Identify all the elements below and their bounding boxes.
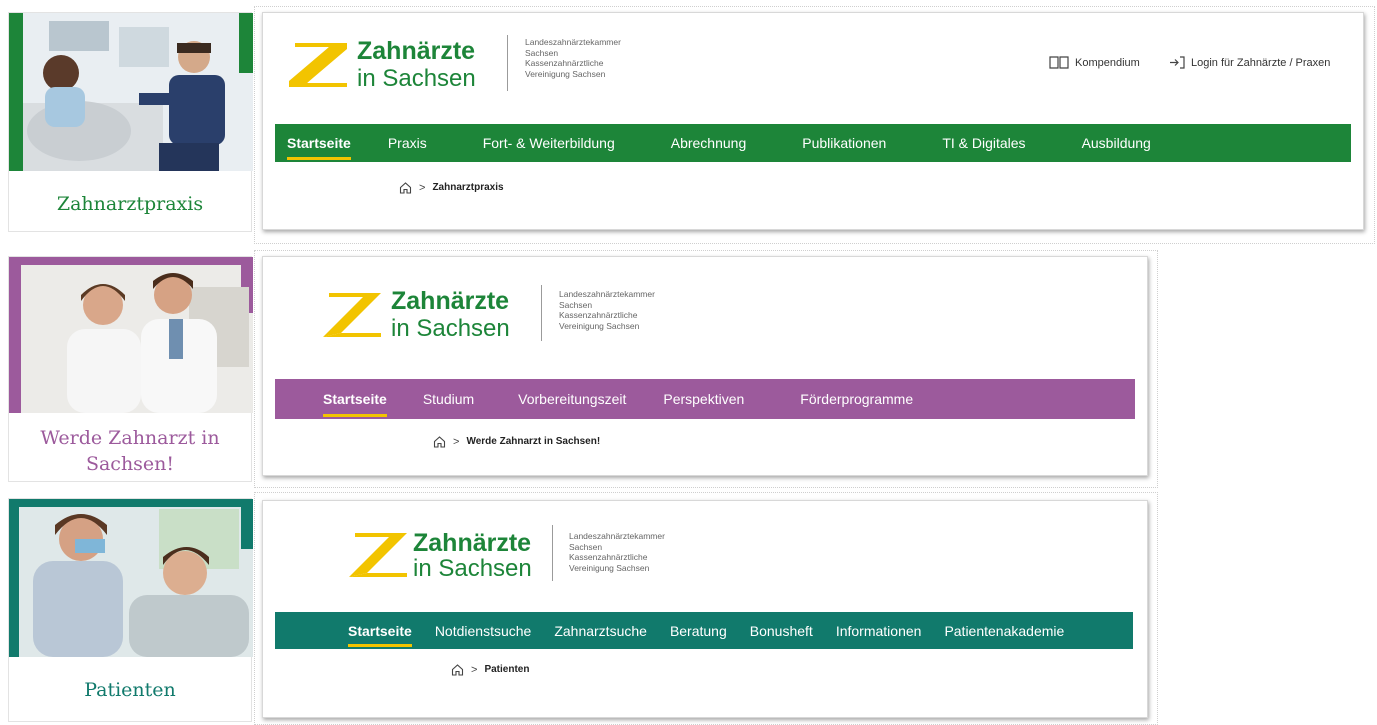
nav-studium[interactable]: Studium [423,379,474,419]
home-icon[interactable] [399,181,412,194]
book-icon [1049,56,1069,69]
breadcrumb: > Patienten [451,663,529,676]
nav-patientenakademie[interactable]: Patientenakademie [944,612,1064,649]
breadcrumb-current: Patienten [484,664,530,675]
z-logo-icon [289,43,347,87]
teaser-card-zahnarztpraxis[interactable]: Zahnarztpraxis [8,12,253,232]
nav-informationen[interactable]: Informationen [836,612,922,649]
breadcrumb: > Werde Zahnarzt in Sachsen! [433,435,600,448]
nav-ausbildung[interactable]: Ausbildung [1082,124,1151,162]
nav-fort-weiterbildung[interactable]: Fort- & Weiterbildung [483,124,615,162]
breadcrumb: > Zahnarztpraxis [399,181,504,194]
patient-photo [9,499,253,657]
nav-startseite[interactable]: Startseite [323,379,387,419]
breadcrumb-current: Zahnarztpraxis [432,182,504,193]
main-nav-patienten: Startseite Notdienstsuche Zahnarztsuche … [275,612,1133,649]
dentist-photo [9,13,253,171]
chevron-right-icon: > [419,181,426,194]
card-title[interactable]: Werde Zahnarzt in Sachsen! [9,425,251,477]
nav-ti-digitales[interactable]: TI & Digitales [942,124,1025,162]
z-logo-icon [323,293,381,337]
nav-vorbereitungszeit[interactable]: Vorbereitungszeit [518,379,626,419]
kompendium-link[interactable]: Kompendium [1049,56,1140,69]
login-icon [1170,56,1185,69]
nav-zahnarztsuche[interactable]: Zahnarztsuche [554,612,647,649]
teaser-card-werde-zahnarzt[interactable]: Werde Zahnarzt in Sachsen! [8,256,253,482]
breadcrumb-current: Werde Zahnarzt in Sachsen! [466,436,601,447]
card-title[interactable]: Zahnarztpraxis [9,191,251,217]
site-header-patienten: Zahnärzte in Sachsen Landeszahnärztekamm… [262,500,1148,718]
login-link[interactable]: Login für Zahnärzte / Praxen [1169,56,1330,69]
nav-startseite[interactable]: Startseite [348,612,412,649]
nav-praxis[interactable]: Praxis [388,124,427,162]
site-logo[interactable]: Zahnärzte in Sachsen Landeszahnärztekamm… [285,35,665,97]
nav-foerderprogramme[interactable]: Förderprogramme [800,379,913,419]
site-header-praxis: Zahnärzte in Sachsen Landeszahnärztekamm… [262,12,1364,230]
nav-abrechnung[interactable]: Abrechnung [671,124,747,162]
teaser-card-patienten[interactable]: Patienten [8,498,253,722]
nav-notdienstsuche[interactable]: Notdienstsuche [435,612,532,649]
site-logo[interactable]: Zahnärzte in Sachsen Landeszahnärztekamm… [345,525,725,587]
site-header-werde: Zahnärzte in Sachsen Landeszahnärztekamm… [262,256,1148,476]
site-logo[interactable]: Zahnärzte in Sachsen Landeszahnärztekamm… [319,285,699,347]
home-icon[interactable] [451,663,464,676]
main-nav-werde: Startseite Studium Vorbereitungszeit Per… [275,379,1135,419]
nav-perspektiven[interactable]: Perspektiven [663,379,744,419]
nav-bonusheft[interactable]: Bonusheft [750,612,813,649]
dentists-photo [9,257,253,413]
chevron-right-icon: > [453,435,460,448]
card-title[interactable]: Patienten [9,677,251,703]
nav-startseite[interactable]: Startseite [287,124,351,162]
main-nav-praxis: Startseite Praxis Fort- & Weiterbildung … [275,124,1351,162]
chevron-right-icon: > [471,663,478,676]
home-icon[interactable] [433,435,446,448]
z-logo-icon [349,533,407,577]
nav-beratung[interactable]: Beratung [670,612,727,649]
nav-publikationen[interactable]: Publikationen [802,124,886,162]
